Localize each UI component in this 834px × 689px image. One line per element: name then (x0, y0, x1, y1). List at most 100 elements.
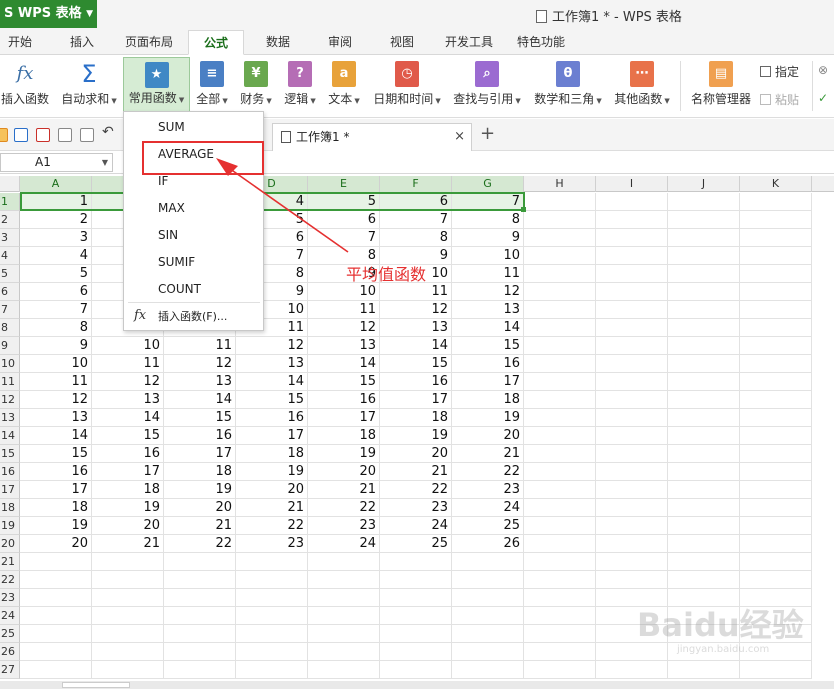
cell-f19[interactable]: 24 (380, 517, 452, 535)
cell-a2[interactable]: 2 (20, 211, 92, 229)
cell-g11[interactable]: 17 (452, 373, 524, 391)
cell-e25[interactable] (308, 625, 380, 643)
cell-g17[interactable]: 23 (452, 481, 524, 499)
cell-f18[interactable]: 23 (380, 499, 452, 517)
menu-item-sum[interactable]: SUM (158, 118, 185, 136)
cell-j10[interactable] (668, 355, 740, 373)
column-header-e[interactable]: E (308, 176, 380, 192)
cell-h17[interactable] (524, 481, 596, 499)
cell-f25[interactable] (380, 625, 452, 643)
cell-c19[interactable]: 21 (164, 517, 236, 535)
cell-h14[interactable] (524, 427, 596, 445)
cell-j12[interactable] (668, 391, 740, 409)
financial-button[interactable]: ¥ 财务 ▼ (236, 57, 276, 115)
cell-d12[interactable]: 15 (236, 391, 308, 409)
row-header-1[interactable]: 1 (0, 193, 20, 211)
cell-c10[interactable]: 12 (164, 355, 236, 373)
cell-a20[interactable]: 20 (20, 535, 92, 553)
cell-k6[interactable] (740, 283, 812, 301)
row-header-24[interactable]: 24 (0, 607, 20, 625)
cell-e19[interactable]: 23 (308, 517, 380, 535)
paste-button[interactable]: 粘贴 (760, 91, 799, 108)
cell-a21[interactable] (20, 553, 92, 571)
cell-h20[interactable] (524, 535, 596, 553)
row-header-4[interactable]: 4 (0, 247, 20, 265)
cell-d10[interactable]: 13 (236, 355, 308, 373)
tab-home[interactable]: 开始 (0, 30, 40, 55)
cell-b19[interactable]: 20 (92, 517, 164, 535)
cell-h13[interactable] (524, 409, 596, 427)
cell-f3[interactable]: 8 (380, 229, 452, 247)
other-functions-button[interactable]: ⋯ 其他函数 ▼ (610, 57, 674, 115)
cell-h12[interactable] (524, 391, 596, 409)
name-manager-button[interactable]: ▤ 名称管理器 (688, 57, 754, 115)
cell-a15[interactable]: 15 (20, 445, 92, 463)
cell-a10[interactable]: 10 (20, 355, 92, 373)
cell-d11[interactable]: 14 (236, 373, 308, 391)
row-header-22[interactable]: 22 (0, 571, 20, 589)
row-header-14[interactable]: 14 (0, 427, 20, 445)
cell-a24[interactable] (20, 607, 92, 625)
cell-g14[interactable]: 20 (452, 427, 524, 445)
cell-g6[interactable]: 12 (452, 283, 524, 301)
cell-b26[interactable] (92, 643, 164, 661)
cell-k10[interactable] (740, 355, 812, 373)
cell-k13[interactable] (740, 409, 812, 427)
cell-g1[interactable]: 7 (452, 193, 524, 211)
column-header-h[interactable]: H (524, 176, 596, 192)
cell-e20[interactable]: 24 (308, 535, 380, 553)
cell-b18[interactable]: 19 (92, 499, 164, 517)
cell-k15[interactable] (740, 445, 812, 463)
cell-f14[interactable]: 19 (380, 427, 452, 445)
cell-k1[interactable] (740, 193, 812, 211)
cell-k20[interactable] (740, 535, 812, 553)
row-header-17[interactable]: 17 (0, 481, 20, 499)
cell-h26[interactable] (524, 643, 596, 661)
cell-b9[interactable]: 10 (92, 337, 164, 355)
cell-c20[interactable]: 22 (164, 535, 236, 553)
cell-g20[interactable]: 26 (452, 535, 524, 553)
row-header-6[interactable]: 6 (0, 283, 20, 301)
row-header-15[interactable]: 15 (0, 445, 20, 463)
cell-a14[interactable]: 14 (20, 427, 92, 445)
undo-icon[interactable]: ↶ (102, 124, 116, 140)
cell-g26[interactable] (452, 643, 524, 661)
cell-h7[interactable] (524, 301, 596, 319)
cell-e8[interactable]: 12 (308, 319, 380, 337)
cell-g2[interactable]: 8 (452, 211, 524, 229)
cell-g22[interactable] (452, 571, 524, 589)
cell-i20[interactable] (596, 535, 668, 553)
cell-k26[interactable] (740, 643, 812, 661)
cell-j3[interactable] (668, 229, 740, 247)
cell-c22[interactable] (164, 571, 236, 589)
row-header-7[interactable]: 7 (0, 301, 20, 319)
cell-b27[interactable] (92, 661, 164, 679)
cell-k5[interactable] (740, 265, 812, 283)
row-header-23[interactable]: 23 (0, 589, 20, 607)
pdf-icon[interactable] (36, 128, 50, 142)
cell-j8[interactable] (668, 319, 740, 337)
cell-f21[interactable] (380, 553, 452, 571)
cell-j24[interactable] (668, 607, 740, 625)
cell-j13[interactable] (668, 409, 740, 427)
cell-b15[interactable]: 16 (92, 445, 164, 463)
cell-k24[interactable] (740, 607, 812, 625)
cell-f24[interactable] (380, 607, 452, 625)
cell-h8[interactable] (524, 319, 596, 337)
cell-d20[interactable]: 23 (236, 535, 308, 553)
cell-a22[interactable] (20, 571, 92, 589)
cell-i1[interactable] (596, 193, 668, 211)
menu-item-if[interactable]: IF (158, 172, 168, 190)
cell-g15[interactable]: 21 (452, 445, 524, 463)
cell-a23[interactable] (20, 589, 92, 607)
cell-c16[interactable]: 18 (164, 463, 236, 481)
column-header-f[interactable]: F (380, 176, 452, 192)
cell-j17[interactable] (668, 481, 740, 499)
cell-b12[interactable]: 13 (92, 391, 164, 409)
cell-k16[interactable] (740, 463, 812, 481)
cell-g27[interactable] (452, 661, 524, 679)
cell-e21[interactable] (308, 553, 380, 571)
cell-f2[interactable]: 7 (380, 211, 452, 229)
name-box[interactable]: A1 ▼ (0, 153, 113, 172)
row-header-2[interactable]: 2 (0, 211, 20, 229)
